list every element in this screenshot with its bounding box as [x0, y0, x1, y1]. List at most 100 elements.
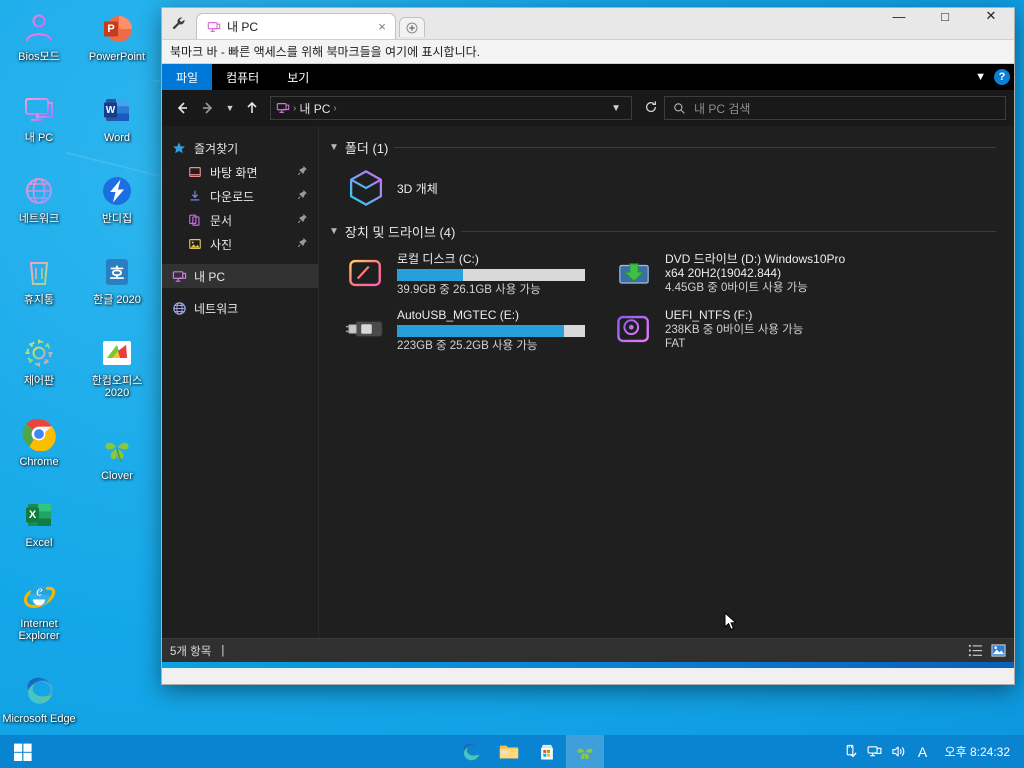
close-icon[interactable]: × [373, 18, 391, 36]
downloads-icon [188, 189, 208, 203]
desktop-icon [188, 165, 208, 179]
address-toolbar: ▼ › 내 PC › ▼ 내 PC 검색 [162, 90, 1014, 126]
ribbon-tab-computer[interactable]: 컴퓨터 [212, 64, 273, 90]
capacity-bar-fill [397, 269, 463, 281]
list-item[interactable]: AutoUSB_MGTEC (E:) 223GB 중 25.2GB 사용 가능 [329, 302, 597, 358]
group-header-folders[interactable]: ▼ 폴더 (1) [329, 136, 1014, 158]
sidebar-item-label: 다운로드 [210, 189, 255, 204]
desktop-icon-control-panel[interactable]: 제어판 [0, 330, 78, 408]
pictures-icon [188, 237, 208, 251]
desktop-icon-hancom-office-2020[interactable]: 한컴오피스 2020 [78, 330, 156, 422]
list-item[interactable]: UEFI_NTFS (F:) 238KB 중 0바이트 사용 가능 FAT [597, 302, 865, 358]
desktop-icon-word[interactable]: W Word [78, 87, 156, 165]
desktop-icon-excel[interactable]: X Excel [0, 492, 78, 570]
list-item[interactable]: 3D 개체 [329, 162, 597, 214]
new-tab-button[interactable] [399, 17, 425, 37]
list-item[interactable]: 로컬 디스크 (C:) 39.9GB 중 26.1GB 사용 가능 [329, 246, 597, 302]
desktop-icon-recycle-bin[interactable]: 휴지통 [0, 249, 78, 327]
breadcrumb-separator[interactable]: › [293, 103, 296, 114]
search-input[interactable]: 내 PC 검색 [664, 96, 1006, 120]
desktop-icon-label: Excel [25, 537, 53, 549]
pin-icon[interactable] [297, 165, 308, 179]
sidebar-item-my-pc[interactable]: 내 PC [162, 264, 318, 288]
desktop-icon-label: 네트워크 [18, 213, 60, 225]
group-divider [461, 230, 996, 232]
help-icon[interactable]: ? [994, 69, 1010, 85]
taskbar-button-edge[interactable] [452, 735, 490, 768]
content-pane[interactable]: ▼ 폴더 (1) 3D 개체 ▼ 장치 및 드라이브 (4) 로컬 디스크 (C… [319, 126, 1014, 638]
star-icon [172, 141, 192, 155]
list-item[interactable]: DVD 드라이브 (D:) Windows10Pro x64 20H2(1904… [597, 246, 865, 302]
sidebar-item-favorites[interactable]: 즐겨찾기 [162, 136, 318, 160]
minimize-button[interactable]: — [876, 0, 922, 32]
bookmark-bar[interactable]: 북마크 바 - 빠른 액세스를 위해 북마크들을 여기에 표시합니다. [162, 40, 1014, 64]
sidebar-item-pictures[interactable]: 사진 [162, 232, 318, 256]
refresh-button[interactable] [640, 100, 662, 117]
details-view-icon[interactable] [968, 643, 983, 658]
pin-icon[interactable] [297, 237, 308, 251]
ribbon-tab-view[interactable]: 보기 [273, 64, 323, 90]
sidebar-item-desktop[interactable]: 바탕 화면 [162, 160, 318, 184]
wrench-icon[interactable] [164, 9, 194, 39]
desktop-icon-hangul-2020[interactable]: 호 한글 2020 [78, 249, 156, 327]
breadcrumb-separator[interactable]: › [333, 103, 336, 114]
taskbar-button-microsoft-store[interactable] [528, 735, 566, 768]
close-button[interactable]: ✕ [968, 0, 1014, 32]
removable-disk-icon [611, 306, 657, 352]
gear-outline-icon [20, 334, 58, 372]
network-icon[interactable] [863, 735, 887, 768]
hancom-office-icon [98, 334, 136, 372]
group-title: 장치 및 드라이브 (4) [344, 224, 456, 240]
clock[interactable]: 오후 8:24:32 [935, 743, 1018, 760]
group-header-drives[interactable]: ▼ 장치 및 드라이브 (4) [329, 220, 1014, 242]
recent-locations-button[interactable]: ▼ [222, 95, 238, 121]
large-icons-view-icon[interactable] [991, 643, 1006, 658]
desktop-icon-my-pc[interactable]: 내 PC [0, 87, 78, 165]
ime-a-icon[interactable]: A [911, 735, 935, 768]
globe-outline-icon [20, 172, 58, 210]
desktop-icon-bios-mode[interactable]: Bios모드 [0, 6, 78, 84]
status-bar: 5개 항목 | [162, 638, 1014, 662]
desktop-icon-powerpoint[interactable]: P PowerPoint [78, 6, 156, 84]
back-button[interactable] [170, 95, 194, 121]
desktop-icon-label: 한컴오피스 2020 [91, 375, 143, 399]
chevron-down-icon[interactable]: ▼ [329, 142, 339, 153]
taskbar-button-clover[interactable] [566, 735, 604, 768]
windows-start-icon[interactable] [0, 735, 46, 768]
breadcrumb-monitor-icon[interactable] [276, 101, 290, 115]
navigation-pane: 즐겨찾기 바탕 화면 다운로드 문서 사진 내 PC 네트워크 [162, 126, 319, 638]
desktop-icon-label: Chrome [19, 456, 59, 468]
tab-my-pc[interactable]: 내 PC × [196, 13, 396, 39]
tab-label: 내 PC [227, 20, 259, 34]
desktop-icon-internet-explorer[interactable]: e Internet Explorer [0, 573, 78, 665]
ribbon-tab-bar: 파일 컴퓨터 보기 ▼ ? [162, 64, 1014, 90]
pin-icon[interactable] [297, 189, 308, 203]
chevron-down-icon[interactable]: ▼ [975, 71, 986, 83]
forward-button[interactable] [196, 95, 220, 121]
ribbon-tab-file[interactable]: 파일 [162, 64, 213, 90]
taskbar-button-file-explorer[interactable] [490, 735, 528, 768]
usb-eject-icon[interactable] [839, 735, 863, 768]
pin-icon[interactable] [297, 213, 308, 227]
chevron-down-icon[interactable]: ▼ [329, 226, 339, 237]
file-explorer-window: 내 PC × — □ ✕ 북마크 바 - 빠른 액세스를 위해 북마크들을 여기… [162, 8, 1014, 684]
address-dropdown-icon[interactable]: ▼ [605, 103, 627, 114]
chrome-icon [20, 415, 58, 453]
desktop-icon-network[interactable]: 네트워크 [0, 168, 78, 246]
up-button[interactable] [240, 95, 264, 121]
svg-text:호: 호 [110, 265, 125, 283]
desktop-icon-chrome[interactable]: Chrome [0, 411, 78, 489]
sidebar-item-downloads[interactable]: 다운로드 [162, 184, 318, 208]
explorer-body: 즐겨찾기 바탕 화면 다운로드 문서 사진 내 PC 네트워크 ▼ 폴더 (1)… [162, 126, 1014, 638]
sidebar-item-network[interactable]: 네트워크 [162, 296, 318, 320]
maximize-button[interactable]: □ [922, 0, 968, 32]
desktop-icon-clover[interactable]: Clover [78, 425, 156, 503]
desktop-icon-bandizip[interactable]: 반디집 [78, 168, 156, 246]
breadcrumb-item-my-pc[interactable]: 내 PC [299, 100, 330, 117]
desktop-icon-label: 휴지통 [23, 294, 55, 306]
address-bar[interactable]: › 내 PC › ▼ [270, 96, 632, 120]
volume-icon[interactable] [887, 735, 911, 768]
sidebar-item-documents[interactable]: 문서 [162, 208, 318, 232]
item-name: DVD 드라이브 (D:) Windows10Pro x64 20H2(1904… [665, 252, 846, 280]
desktop-icon-label: PowerPoint [88, 51, 146, 63]
